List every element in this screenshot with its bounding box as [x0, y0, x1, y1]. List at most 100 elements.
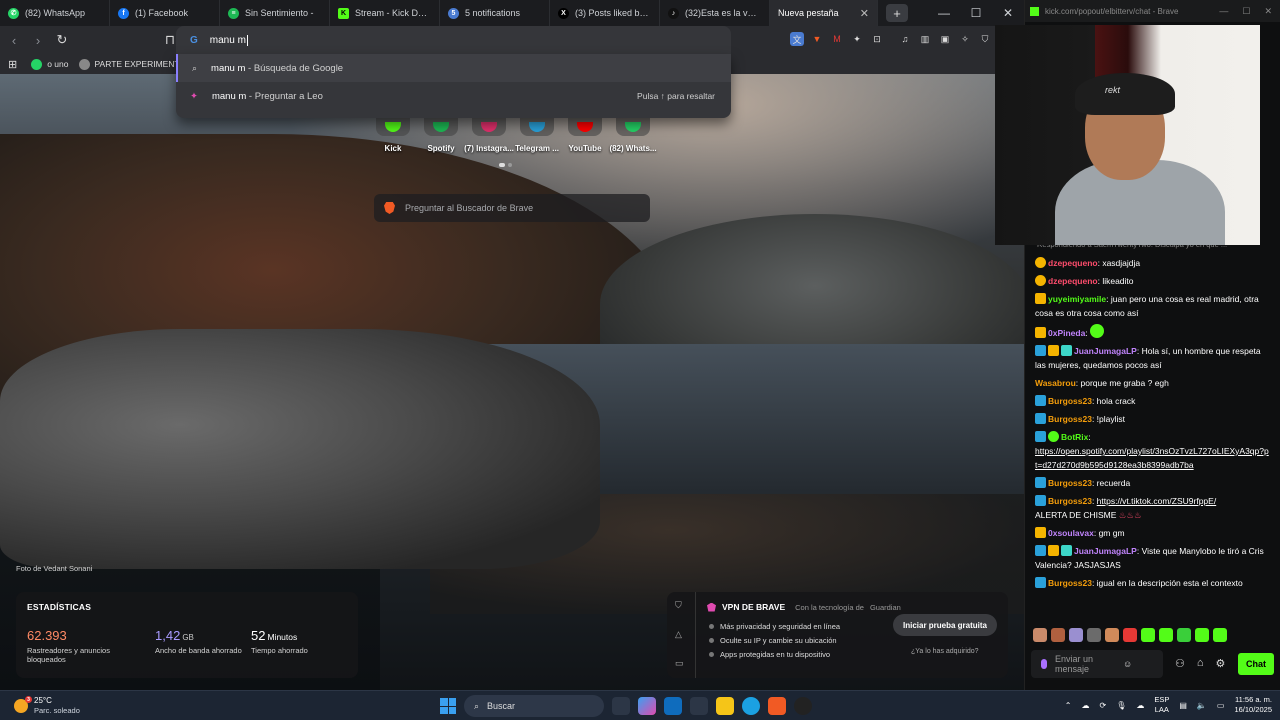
verified-badge-icon — [1035, 577, 1046, 588]
send-chat-button[interactable]: Chat — [1238, 653, 1274, 675]
bookmark-item[interactable]: PARTE EXPERIMENT... — [78, 58, 186, 70]
lion-icon[interactable]: ▼ — [810, 32, 824, 46]
list-item: Más privacidad y seguridad en línea — [709, 622, 840, 631]
tab-whatsapp[interactable]: ✆ (82) WhatsApp — [0, 0, 110, 26]
maximize-icon[interactable]: ☐ — [960, 0, 992, 26]
weather-widget[interactable]: 3 25°C Parc. soleado — [14, 696, 80, 716]
top-sites-pager[interactable] — [499, 163, 512, 167]
forward-icon[interactable]: › — [28, 30, 48, 50]
microphone-icon[interactable]: 🎙 — [1116, 701, 1126, 710]
puzzle-icon[interactable]: ✦ — [850, 32, 864, 46]
music-icon[interactable]: ♫ — [898, 32, 912, 46]
task-view-icon[interactable] — [612, 697, 630, 715]
back-icon[interactable]: ‹ — [4, 30, 24, 50]
close-icon[interactable]: ✕ — [860, 7, 869, 20]
emote-icon[interactable] — [1177, 628, 1191, 642]
verified-badge-icon — [1035, 413, 1046, 424]
emote-icon[interactable] — [1069, 628, 1083, 642]
emoji-icon[interactable]: ☺ — [1123, 659, 1132, 669]
start-trial-button[interactable]: Iniciar prueba gratuita — [893, 614, 997, 636]
tiktok-icon: ♪ — [668, 7, 679, 19]
close-window-icon[interactable]: ✕ — [992, 0, 1024, 26]
x-icon: X — [558, 7, 569, 19]
wallet-icon[interactable]: ▣ — [938, 32, 952, 46]
edge-icon[interactable] — [742, 697, 760, 715]
already-purchased-link[interactable]: ¿Ya lo has adquirido? — [911, 648, 979, 655]
translate-icon[interactable]: 文 — [790, 32, 804, 46]
vpn-icon[interactable]: ⛉ — [978, 32, 992, 46]
cloud-icon[interactable]: ☁ — [1081, 701, 1089, 710]
copilot-icon[interactable] — [638, 697, 656, 715]
emote-icon[interactable] — [1105, 628, 1119, 642]
list-item: Oculte su IP y cambie su ubicación — [709, 636, 840, 645]
store-icon[interactable]: ⌂ — [1197, 657, 1204, 670]
minimize-icon[interactable]: — — [928, 0, 960, 26]
tab-facebook[interactable]: f (1) Facebook — [110, 0, 220, 26]
language-indicator[interactable]: ESP LAA — [1154, 695, 1169, 715]
screenshot-icon[interactable]: ⊡ — [870, 32, 884, 46]
emote-icon[interactable] — [1051, 628, 1065, 642]
volume-icon[interactable]: 🔈 — [1197, 701, 1207, 710]
sidebar-icon[interactable]: ▥ — [918, 32, 932, 46]
chat-link[interactable]: https://vt.tiktok.com/ZSU9rfppE/ — [1097, 496, 1217, 506]
taskbar-search[interactable]: ⌕ Buscar — [464, 695, 604, 717]
sync-icon[interactable]: ⟳ — [1099, 701, 1106, 710]
tab-tiktok[interactable]: ♪(32)Esta es la verdad — [660, 0, 770, 26]
chevron-up-icon[interactable]: ⌃ — [1065, 701, 1072, 710]
stat-trackers: 62.393 Rastreadores y anuncios bloqueado… — [27, 628, 110, 664]
bot-badge-icon — [1048, 431, 1059, 442]
emote-icon[interactable] — [1159, 628, 1173, 642]
leo-icon[interactable]: ✧ — [958, 32, 972, 46]
chat-messages: Respondiendo a SaemTwentyTwo: Discúlpa y… — [1025, 240, 1280, 592]
address-input-value[interactable]: manu m — [210, 35, 246, 46]
new-tab-button[interactable]: + — [886, 4, 908, 22]
brave-icon[interactable] — [768, 697, 786, 715]
emote-icon[interactable] — [1213, 628, 1227, 642]
obs-icon[interactable] — [794, 697, 812, 715]
stat-time: 52 Minutos Tiempo ahorrado — [251, 628, 308, 655]
clock[interactable]: 11:56 a. m. 16/10/2025 — [1234, 695, 1272, 715]
network-icon[interactable]: ▤ — [1179, 701, 1187, 710]
tab-x-posts[interactable]: X(3) Posts liked by ElBi — [550, 0, 660, 26]
warning-icon[interactable]: △ — [675, 629, 684, 640]
chat-message-input[interactable]: Enviar un mensaje ☺ — [1031, 650, 1163, 678]
users-icon[interactable]: ⚇ — [1175, 657, 1185, 670]
onedrive-icon[interactable]: ☁ — [1136, 701, 1144, 710]
tab-kick-dashboard[interactable]: KStream - Kick Dashbo — [330, 0, 440, 26]
settings-icon[interactable]: ⚙ — [1216, 657, 1226, 670]
photo-credit[interactable]: Foto de Vedant Sonani — [16, 564, 92, 573]
suggestion-ask-leo[interactable]: ✦ manu m - Preguntar a Leo Pulsa ↑ para … — [176, 82, 731, 110]
apps-grid-icon[interactable]: ⊞ — [8, 58, 17, 71]
tab-new-tab[interactable]: Nueva pestaña ✕ — [770, 0, 878, 26]
shield-icon[interactable]: ⛉ — [675, 600, 684, 611]
windows-start-icon[interactable] — [440, 698, 456, 714]
tab-notifications[interactable]: 55 notifications — [440, 0, 550, 26]
emote-icon[interactable] — [1195, 628, 1209, 642]
file-explorer-icon[interactable] — [716, 697, 734, 715]
tv-icon[interactable]: ▭ — [675, 658, 684, 669]
suggestion-google-search[interactable]: ⌕ manu m - Búsqueda de Google — [176, 54, 731, 82]
telegram-icon — [529, 122, 545, 132]
gmail-icon[interactable]: M — [830, 32, 844, 46]
emote-icon[interactable] — [1087, 628, 1101, 642]
emote-icon[interactable] — [1141, 628, 1155, 642]
maximize-icon[interactable]: ☐ — [1242, 6, 1250, 17]
chat-message: dzepequeno: likeadito — [1025, 272, 1280, 290]
close-icon[interactable]: ✕ — [1264, 6, 1272, 17]
emote-icon[interactable] — [1123, 628, 1137, 642]
brave-search-box[interactable]: Preguntar al Buscador de Brave — [374, 194, 650, 222]
bookmark-item[interactable]: o uno — [31, 58, 69, 70]
minimize-icon[interactable]: — — [1219, 6, 1228, 17]
tab-spotify[interactable]: ≡ Sin Sentimiento - — [220, 0, 330, 26]
crown-badge-icon — [1048, 545, 1059, 556]
store-icon[interactable] — [664, 697, 682, 715]
webcam-overlay: rekt — [995, 25, 1260, 245]
emote-icon[interactable] — [1033, 628, 1047, 642]
address-bar[interactable]: G manu m — [176, 26, 731, 54]
battery-icon[interactable]: ▭ — [1217, 701, 1225, 710]
microphone-icon[interactable] — [1041, 659, 1047, 669]
chat-link[interactable]: https://open.spotify.com/playlist/3nsOzT… — [1035, 446, 1269, 470]
chat-message: yuyeimiyamile: juan pero una cosa es rea… — [1035, 293, 1259, 318]
reload-icon[interactable]: ↻ — [52, 30, 72, 50]
snip-icon[interactable] — [690, 697, 708, 715]
